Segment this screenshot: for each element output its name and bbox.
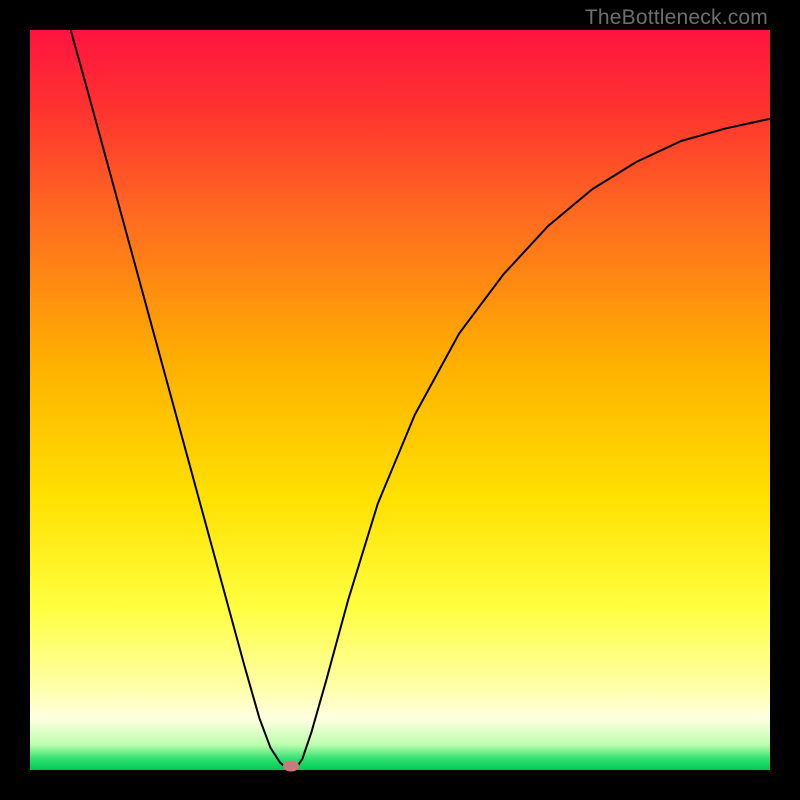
min-marker — [283, 761, 299, 772]
chart-background — [30, 30, 770, 770]
chart-plot — [30, 30, 770, 770]
watermark-text: TheBottleneck.com — [585, 6, 768, 30]
chart-frame — [30, 30, 770, 770]
